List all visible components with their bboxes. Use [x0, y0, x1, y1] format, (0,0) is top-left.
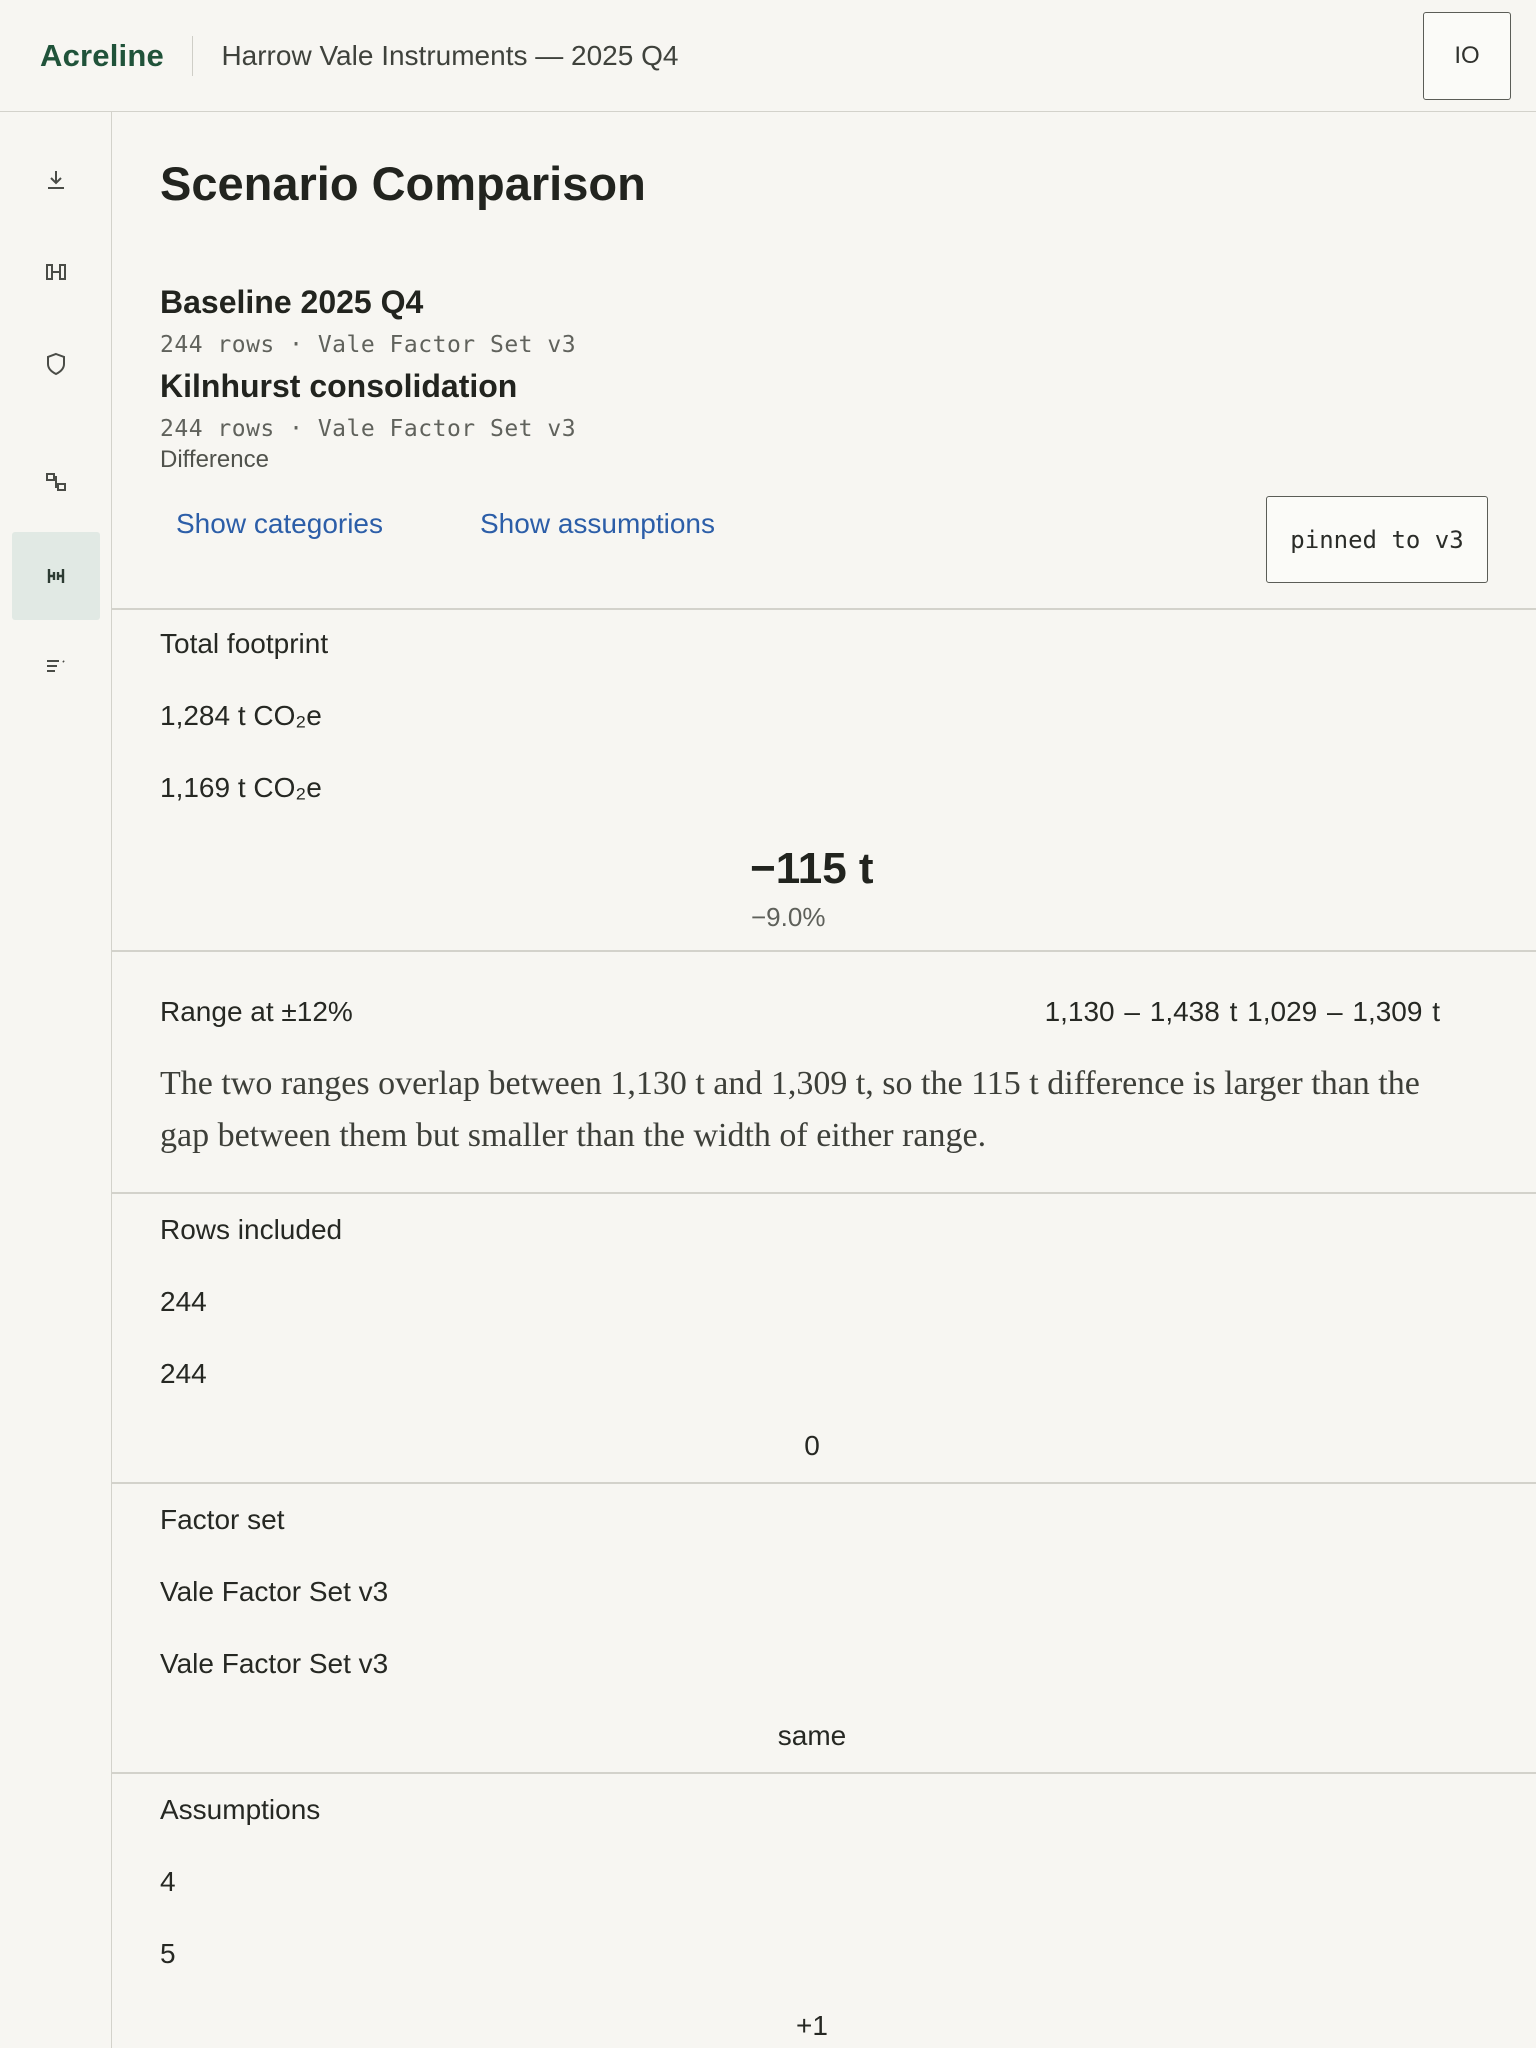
- sidebar-item-scenario-comparison[interactable]: [12, 532, 100, 620]
- total-footprint-difference-percent: −9.0%: [751, 902, 826, 932]
- header-divider: [191, 35, 194, 76]
- sidebar: [0, 112, 112, 2048]
- row-label-assumptions: Assumptions: [160, 1794, 321, 1825]
- row-label-factor-set: Factor set: [160, 1504, 285, 1535]
- divider: [112, 1482, 1536, 1484]
- show-assumptions-button[interactable]: Show assumptions: [480, 508, 715, 540]
- total-footprint-b: 1,169 t CO₂e: [160, 772, 322, 803]
- rows-included-a: 244: [160, 1286, 207, 1317]
- row-label-total-footprint: Total footprint: [160, 628, 329, 659]
- page-title: Scenario Comparison: [160, 157, 646, 210]
- download-icon: [48, 171, 64, 189]
- range-b: 1,029 – 1,309 t: [1247, 996, 1440, 1027]
- factor-set-difference: same: [777, 1720, 847, 1751]
- scenario-a-meta: 244 rows · Vale Factor Set v3: [160, 332, 577, 358]
- scenario-compare-icon: [47, 569, 65, 583]
- difference-label: Difference: [160, 446, 269, 473]
- total-footprint-a: 1,284 t CO₂e: [160, 700, 322, 731]
- sidebar-item-list[interactable]: [12, 622, 100, 710]
- rows-included-b: 244: [160, 1358, 207, 1389]
- factor-set-a: Vale Factor Set v3: [160, 1576, 389, 1607]
- range-note: The two ranges overlap between 1,130 t a…: [160, 1065, 1420, 1154]
- scenario-a-name: Baseline 2025 Q4: [160, 284, 424, 320]
- factor-set-b: Vale Factor Set v3: [160, 1648, 389, 1679]
- hierarchy-icon: [46, 473, 66, 491]
- scenario-b-meta: 244 rows · Vale Factor Set v3: [160, 416, 577, 442]
- top-bar: Acreline Harrow Vale Instruments — 2025 …: [0, 0, 1536, 112]
- divider: [112, 608, 1536, 610]
- sidebar-item-hierarchy[interactable]: [12, 438, 100, 526]
- row-label-range: Range at ±12%: [160, 996, 353, 1027]
- total-footprint-difference: −115 t: [750, 844, 874, 893]
- assumptions-a: 4: [160, 1866, 176, 1897]
- project-title: Harrow Vale Instruments — 2025 Q4: [221, 39, 679, 71]
- range-a: 1,130 – 1,438 t: [1044, 996, 1238, 1027]
- shield-icon: [47, 352, 65, 376]
- pin-version-button[interactable]: pinned to v3: [1266, 496, 1488, 583]
- list-sort-icon: [47, 660, 65, 672]
- show-categories-button[interactable]: Show categories: [176, 508, 383, 540]
- app-logo[interactable]: Acreline: [40, 38, 164, 74]
- main-content: Scenario Comparison Baseline 2025 Q4 244…: [112, 112, 1536, 2048]
- scenario-b-name: Kilnhurst consolidation: [160, 368, 518, 404]
- divider: [112, 1192, 1536, 1194]
- sidebar-item-compare[interactable]: [12, 228, 100, 316]
- sidebar-item-download[interactable]: [12, 136, 100, 224]
- sidebar-item-security[interactable]: [12, 320, 100, 408]
- range-values: 1,130 – 1,438 t 1,029 – 1,309 t: [1045, 996, 1440, 1028]
- row-label-rows-included: Rows included: [160, 1214, 343, 1245]
- divider: [112, 950, 1536, 952]
- divider: [112, 1772, 1536, 1774]
- assumptions-b: 5: [160, 1938, 176, 1969]
- user-avatar-button[interactable]: IO: [1423, 12, 1511, 100]
- compare-columns-icon: [46, 264, 66, 280]
- assumptions-difference: +1: [796, 2010, 828, 2041]
- rows-included-difference: 0: [804, 1430, 820, 1461]
